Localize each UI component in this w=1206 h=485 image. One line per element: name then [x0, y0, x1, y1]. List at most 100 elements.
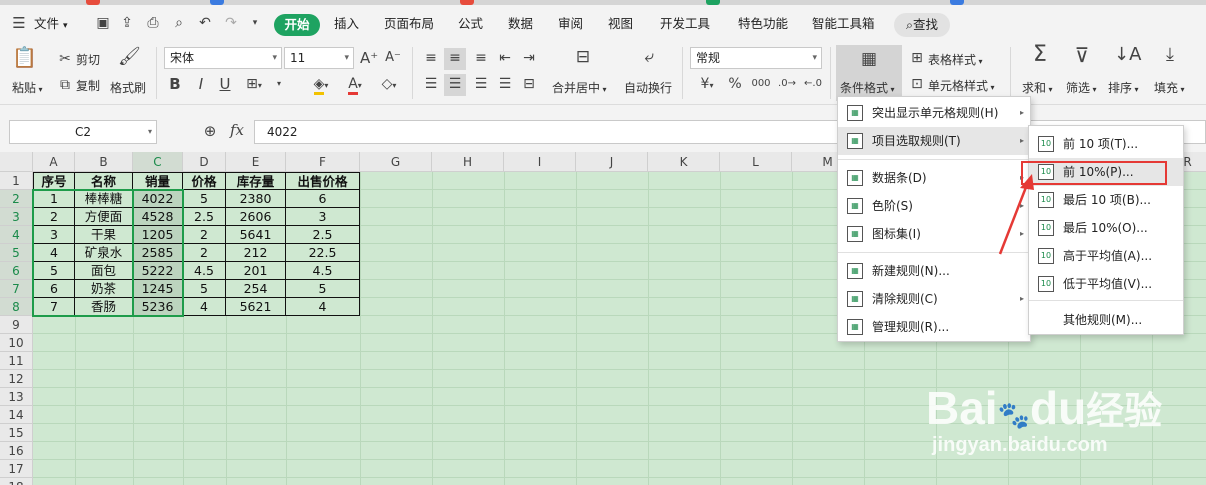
cond-menu-item[interactable]: ▦ 清除规则(C) ▸ — [838, 285, 1030, 313]
indent-increase-icon[interactable]: ⇥ — [518, 48, 540, 70]
align-bottom-icon[interactable]: ≡ — [470, 48, 492, 70]
row-header-10[interactable]: 10 — [0, 334, 33, 352]
underline-button[interactable]: U — [216, 74, 234, 96]
tab-home[interactable]: 开始 — [274, 14, 320, 36]
cond-menu-item[interactable]: ▦ 突出显示单元格规则(H) ▸ — [838, 99, 1030, 127]
table-header-cell[interactable]: 序号 — [33, 172, 75, 190]
wrap-text-icon[interactable]: ⤶ — [638, 47, 660, 69]
row-header-17[interactable]: 17 — [0, 460, 33, 478]
submenu-item[interactable]: 10 最后 10 项(B)... — [1029, 186, 1183, 214]
decrease-font-icon[interactable]: A⁻ — [384, 48, 402, 70]
copy-icon[interactable]: ⧉ — [56, 75, 74, 97]
select-all-corner[interactable] — [0, 152, 33, 172]
zoom-icon[interactable]: ⊕ — [200, 121, 220, 143]
row-header-2[interactable]: 2 — [0, 190, 33, 208]
table-cell[interactable]: 2 — [183, 244, 226, 262]
row-header-16[interactable]: 16 — [0, 442, 33, 460]
wrap-text-button[interactable]: 自动换行 — [624, 79, 672, 96]
percent-button[interactable]: % — [726, 74, 744, 96]
paste-button[interactable]: 粘贴 ▾ — [12, 79, 43, 96]
table-header-cell[interactable]: 价格 — [183, 172, 226, 190]
col-header-J[interactable]: J — [576, 152, 648, 172]
table-cell[interactable]: 254 — [226, 280, 286, 298]
indent-decrease-icon[interactable]: ⇤ — [494, 48, 516, 70]
cut-button[interactable]: 剪切 — [76, 51, 100, 68]
align-left-icon[interactable]: ☰ — [420, 74, 442, 96]
table-cell[interactable]: 2.5 — [286, 226, 360, 244]
clear-format-icon[interactable]: ◇▾ — [376, 74, 402, 96]
table-cell[interactable]: 5641 — [226, 226, 286, 244]
italic-button[interactable]: I — [192, 74, 210, 96]
table-style-button[interactable]: 表格样式 ▾ — [928, 51, 983, 68]
name-box[interactable]: C2 ▾ — [9, 120, 157, 144]
merge-center-icon[interactable]: ⊟ — [572, 47, 594, 69]
justify-icon[interactable]: ☰ — [494, 74, 516, 96]
table-cell[interactable]: 5621 — [226, 298, 286, 316]
paste-icon[interactable]: 📋 — [12, 47, 37, 69]
row-header-15[interactable]: 15 — [0, 424, 33, 442]
number-format-select[interactable]: 常规 ▾ — [690, 47, 822, 69]
submenu-item[interactable]: 其他规则(M)... — [1029, 306, 1183, 334]
align-top-icon[interactable]: ≡ — [420, 48, 442, 70]
merge-center-button[interactable]: 合并居中 ▾ — [552, 79, 607, 96]
filter-button[interactable]: 筛选 ▾ — [1066, 79, 1097, 96]
bold-button[interactable]: B — [166, 74, 184, 96]
col-header-C[interactable]: C — [133, 152, 183, 172]
col-header-D[interactable]: D — [183, 152, 226, 172]
tab-developer[interactable]: 开发工具 — [660, 13, 710, 35]
row-header-8[interactable]: 8 — [0, 298, 33, 316]
row-header-4[interactable]: 4 — [0, 226, 33, 244]
table-header-cell[interactable]: 名称 — [75, 172, 133, 190]
format-painter-icon[interactable]: 🖌 — [118, 47, 141, 69]
sort-button[interactable]: 排序 ▾ — [1108, 79, 1139, 96]
submenu-item[interactable]: 10 低于平均值(V)... — [1029, 270, 1183, 298]
cond-menu-item[interactable]: ▦ 新建规则(N)... — [838, 257, 1030, 285]
sort-icon[interactable]: ↓A — [1114, 45, 1141, 67]
cond-menu-item[interactable]: ▦ 管理规则(R)... — [838, 313, 1030, 341]
undo-icon[interactable]: ↶ — [196, 14, 214, 32]
table-cell[interactable]: 212 — [226, 244, 286, 262]
borders-icon[interactable]: ⊞▾ — [242, 74, 266, 96]
table-style-icon[interactable]: ⊞ — [908, 48, 926, 70]
distributed-icon[interactable]: ⊟ — [518, 74, 540, 96]
print-preview-icon[interactable]: ⌕ — [170, 14, 188, 32]
table-cell[interactable]: 22.5 — [286, 244, 360, 262]
table-cell[interactable]: 3 — [286, 208, 360, 226]
cell-style-button[interactable]: 单元格样式 ▾ — [928, 77, 995, 94]
cell-style-icon[interactable]: ⊡ — [908, 74, 926, 96]
align-center-icon[interactable]: ☰ — [444, 74, 466, 96]
align-middle-icon[interactable]: ≡ — [444, 48, 466, 70]
fill-icon[interactable]: ⤓ — [1158, 45, 1182, 67]
row-header-7[interactable]: 7 — [0, 280, 33, 298]
cut-icon[interactable]: ✂ — [56, 49, 74, 71]
col-header-F[interactable]: F — [286, 152, 360, 172]
copy-button[interactable]: 复制 — [76, 77, 100, 94]
table-cell[interactable]: 2 — [183, 226, 226, 244]
sum-button[interactable]: 求和 ▾ — [1022, 79, 1053, 96]
table-cell[interactable]: 4.5 — [183, 262, 226, 280]
row-header-3[interactable]: 3 — [0, 208, 33, 226]
decrease-decimal-icon[interactable]: ←.0 — [802, 74, 824, 96]
currency-button[interactable]: ¥▾ — [694, 74, 720, 96]
col-header-H[interactable]: H — [432, 152, 504, 172]
row-header-14[interactable]: 14 — [0, 406, 33, 424]
tab-special[interactable]: 特色功能 — [738, 13, 788, 35]
table-cell[interactable]: 4 — [183, 298, 226, 316]
row-header-18[interactable]: 18 — [0, 478, 33, 485]
table-cell[interactable]: 5 — [183, 280, 226, 298]
fill-button[interactable]: 填充 ▾ — [1154, 79, 1185, 96]
sum-icon[interactable]: Σ — [1028, 44, 1052, 67]
table-cell[interactable]: 6 — [286, 190, 360, 208]
hamburger-icon[interactable]: ☰ — [10, 14, 28, 32]
table-header-cell[interactable]: 库存量 — [226, 172, 286, 190]
table-cell[interactable]: 2380 — [226, 190, 286, 208]
table-header-cell[interactable]: 销量 — [133, 172, 183, 190]
row-header-9[interactable]: 9 — [0, 316, 33, 334]
col-header-I[interactable]: I — [504, 152, 576, 172]
table-cell[interactable]: 4 — [286, 298, 360, 316]
col-header-B[interactable]: B — [75, 152, 133, 172]
fx-button[interactable]: fx — [226, 120, 248, 142]
font-name-select[interactable]: 宋体 ▾ — [164, 47, 282, 69]
redo-icon[interactable]: ↷ — [222, 14, 240, 32]
submenu-item[interactable]: 10 最后 10%(O)... — [1029, 214, 1183, 242]
